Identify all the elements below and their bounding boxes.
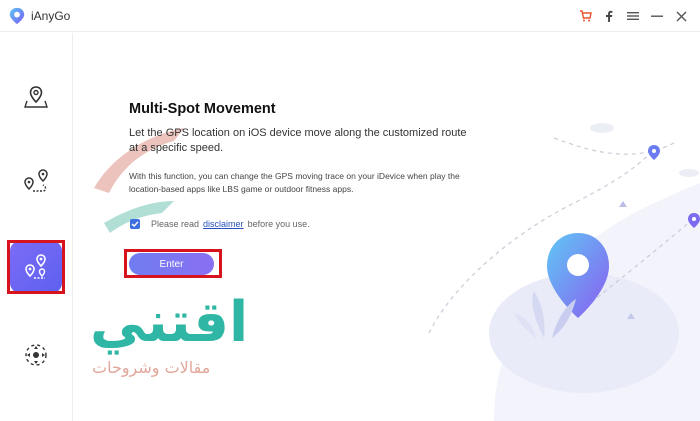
sidebar-item-change-location[interactable] [10, 71, 62, 123]
joystick-icon [25, 344, 47, 366]
sidebar-item-joystick-movement[interactable] [10, 329, 62, 381]
title-bar: iAnyGo [0, 0, 700, 32]
disclaimer-suffix: before you use. [247, 219, 310, 229]
disclaimer-prefix: Please read [151, 219, 200, 229]
ianygo-logo-icon [9, 7, 25, 25]
highlight-box-enter [124, 249, 222, 278]
highlight-box-sidebar [7, 240, 65, 294]
check-icon [131, 221, 139, 227]
facebook-icon[interactable] [598, 6, 620, 26]
sidebar-item-two-spot-movement[interactable] [10, 155, 62, 207]
disclaimer-checkbox[interactable] [130, 219, 140, 229]
watermark-subtitle: مقالات وشروحات [92, 358, 211, 377]
map-pin-icon [24, 86, 48, 108]
watermark-logo-text: اقتني [90, 290, 249, 355]
feature-description: Let the GPS location on iOS device move … [129, 127, 467, 154]
window-controls [572, 6, 692, 26]
app-title: iAnyGo [31, 9, 71, 23]
page-title: Multi-Spot Movement [129, 101, 276, 117]
feature-detail: With this function, you can change the G… [129, 171, 460, 194]
cart-icon[interactable] [574, 6, 596, 26]
menu-icon[interactable] [622, 6, 644, 26]
route-pins-icon [24, 169, 48, 192]
disclaimer-row: Please read disclaimer before you use. [130, 219, 310, 229]
close-icon[interactable] [670, 6, 692, 26]
minimize-icon[interactable] [646, 6, 668, 26]
sidebar [0, 33, 73, 421]
disclaimer-link[interactable]: disclaimer [203, 219, 244, 229]
